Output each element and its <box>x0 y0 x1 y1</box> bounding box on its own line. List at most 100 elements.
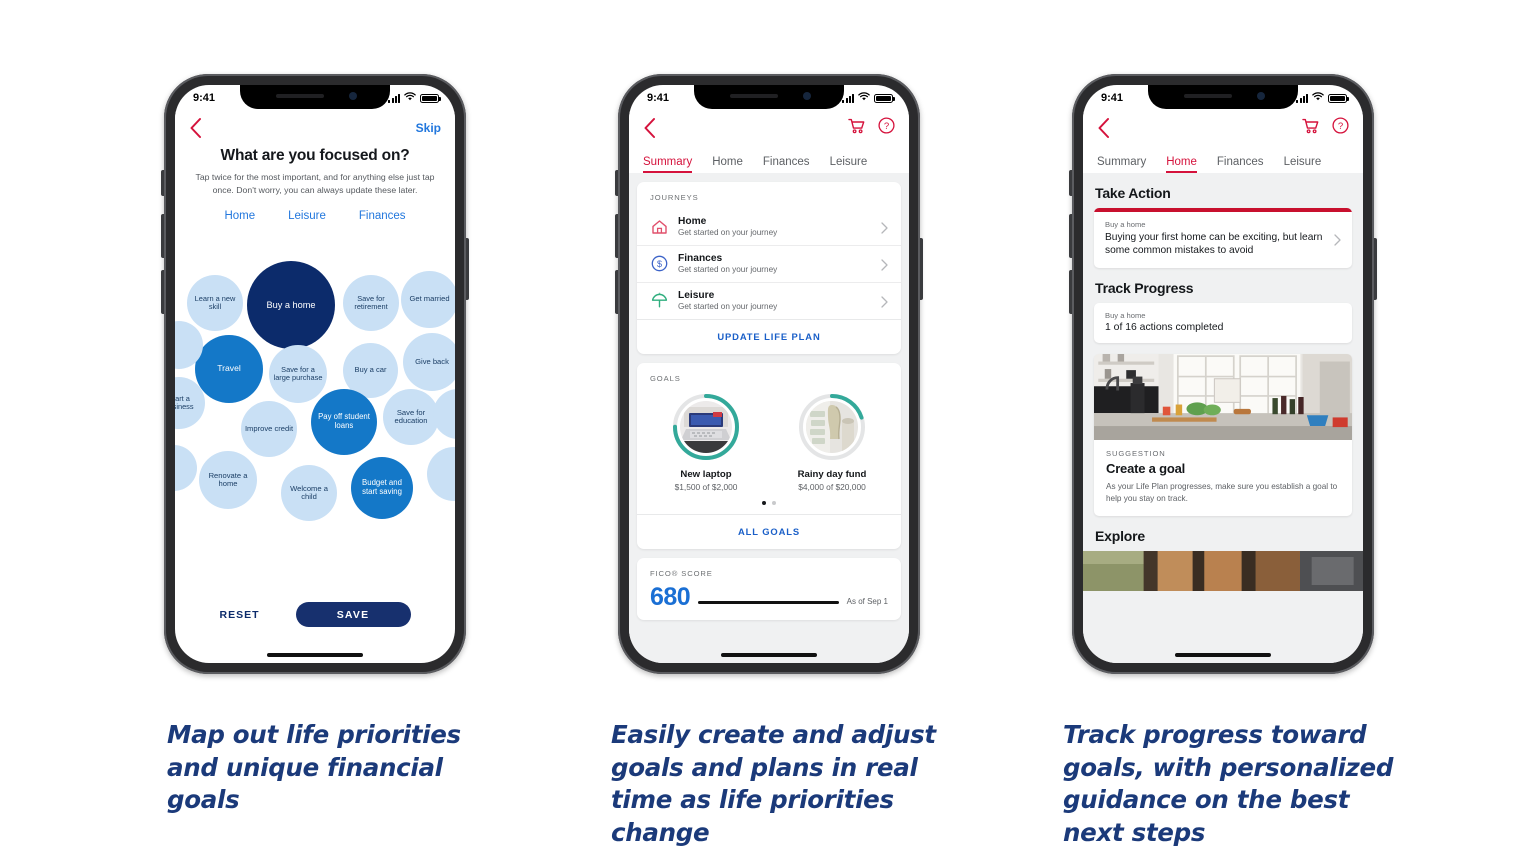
goal-name: Rainy day fund <box>797 469 867 480</box>
take-action-card[interactable]: Buy a home Buying your first home can be… <box>1094 208 1352 268</box>
wifi-icon <box>1312 92 1324 104</box>
journey-subtitle: Get started on your journey <box>678 302 778 311</box>
p3-tab-home[interactable]: Home <box>1166 156 1197 173</box>
chevron-left-icon[interactable] <box>1097 117 1110 139</box>
priority-bubble-label: Start a business <box>175 393 194 411</box>
priority-bubble[interactable]: Buy a home <box>247 261 335 349</box>
home-indicator <box>267 653 363 657</box>
journey-subtitle: Get started on your journey <box>678 228 778 237</box>
phone-2-content: ? Summary Home Finances Leisure JOURNEYS Ho… <box>629 111 909 663</box>
priority-bubble[interactable]: Learn a new skill <box>187 275 243 331</box>
phone-2-device: 9:41 ? Summary Home Finances Leisure JOU… <box>615 74 923 674</box>
journey-row-home[interactable]: Home Get started on your journey <box>637 209 901 246</box>
explore-photo-strip[interactable] <box>1083 550 1363 591</box>
phone-3-screen: 9:41 ? Summary Home Finances Leisure Tak… <box>1083 85 1363 663</box>
fico-label: FICO® SCORE <box>650 569 713 578</box>
priority-bubble-label: Buy a home <box>266 299 316 310</box>
goal-name: New laptop <box>680 469 732 480</box>
p2-tab-leisure[interactable]: Leisure <box>830 156 868 173</box>
volume-down-button <box>161 270 164 314</box>
chevron-right-icon <box>881 258 888 271</box>
skip-button[interactable]: Skip <box>416 121 441 135</box>
track-progress-card[interactable]: Buy a home 1 of 16 actions completed <box>1094 302 1352 343</box>
question-circle-icon[interactable]: ? <box>1332 117 1349 139</box>
carousel-dots[interactable] <box>637 501 901 514</box>
priority-bubble[interactable]: Save for education <box>383 389 439 445</box>
priority-bubble-label: Save for retirement <box>354 293 388 311</box>
fico-card[interactable]: FICO® SCORE 680 As of Sep 1 <box>637 558 901 620</box>
category-home[interactable]: Home <box>224 210 255 222</box>
priority-bubble-partial[interactable] <box>427 447 455 501</box>
battery-icon <box>874 93 895 103</box>
category-finances[interactable]: Finances <box>359 210 406 222</box>
chevron-left-icon[interactable] <box>643 117 656 139</box>
track-progress-kicker: Buy a home <box>1105 310 1146 320</box>
priority-bubble[interactable]: Welcome a child <box>281 465 337 521</box>
phone-2-screen: 9:41 ? Summary Home Finances Leisure JOU… <box>629 85 909 663</box>
priority-bubble[interactable]: Save for retirement <box>343 275 399 331</box>
status-time: 9:41 <box>647 92 670 104</box>
priority-bubble[interactable]: Give back <box>403 333 455 391</box>
goal-item[interactable]: Rainy day fund $4,000 of $20,000 <box>784 392 880 492</box>
p2-tab-home[interactable]: Home <box>712 156 743 173</box>
cart-icon[interactable] <box>1302 118 1319 139</box>
priority-bubble-label: Improve credit <box>244 423 294 433</box>
p2-tab-finances[interactable]: Finances <box>763 156 810 173</box>
track-progress-heading: Track Progress <box>1095 279 1194 296</box>
phone-1-content: Skip What are you focused on? Tap twice … <box>175 111 455 663</box>
journey-row-leisure[interactable]: Leisure Get started on your journey <box>637 283 901 319</box>
reset-button[interactable]: RESET <box>219 609 259 621</box>
volume-up-button <box>161 214 164 258</box>
carousel-dot[interactable] <box>762 501 766 505</box>
svg-text:$: $ <box>657 259 662 269</box>
save-button[interactable]: SAVE <box>295 602 411 627</box>
phone-2-scroll-area[interactable]: JOURNEYS Home Get started on your journey… <box>629 173 909 663</box>
priority-bubble[interactable]: Pay off student loans <box>311 389 377 455</box>
earpiece-speaker <box>730 94 778 98</box>
p3-tab-leisure[interactable]: Leisure <box>1284 156 1322 173</box>
cart-icon[interactable] <box>848 118 865 139</box>
umbrella-icon <box>650 292 669 309</box>
all-goals-button[interactable]: ALL GOALS <box>637 514 901 549</box>
phone-2-tab-bar[interactable]: Summary Home Finances Leisure <box>629 145 909 173</box>
wifi-icon <box>404 92 416 104</box>
chevron-left-icon[interactable] <box>189 117 202 139</box>
p2-tab-summary[interactable]: Summary <box>643 156 693 173</box>
priority-bubble-label: Welcome a child <box>290 483 328 501</box>
fico-score-value: 680 <box>650 583 691 611</box>
p3-tab-finances[interactable]: Finances <box>1217 156 1264 173</box>
priority-bubble[interactable]: Budget and start saving <box>351 457 413 519</box>
update-life-plan-button[interactable]: UPDATE LIFE PLAN <box>637 319 901 354</box>
journey-title: Finances <box>678 253 723 264</box>
suggestion-card[interactable]: SUGGESTION Create a goal As your Life Pl… <box>1094 353 1352 516</box>
priority-bubble-partial[interactable] <box>175 445 197 491</box>
category-leisure[interactable]: Leisure <box>288 210 326 222</box>
status-time: 9:41 <box>1101 92 1124 104</box>
goal-progress-ring <box>671 392 741 462</box>
phone-3-content: ? Summary Home Finances Leisure Take Action… <box>1083 111 1363 663</box>
question-circle-icon[interactable]: ? <box>878 117 895 139</box>
caption-2: Easily create and adjust goals and plans… <box>611 720 936 847</box>
carousel-dot[interactable] <box>772 501 776 505</box>
priority-bubble[interactable]: Travel <box>195 335 263 403</box>
journey-row-finances[interactable]: $ Finances Get started on your journey <box>637 246 901 283</box>
p3-tab-summary[interactable]: Summary <box>1097 156 1146 173</box>
volume-up-button <box>1069 214 1072 258</box>
priority-bubble-label: Budget and start saving <box>362 478 402 496</box>
priority-bubble[interactable]: Improve credit <box>241 401 297 457</box>
priority-bubble-partial[interactable] <box>433 389 455 439</box>
phone-1-footer: RESET SAVE <box>175 602 455 627</box>
volume-down-button <box>615 270 618 314</box>
phone-3-tab-bar[interactable]: Summary Home Finances Leisure <box>1083 145 1363 173</box>
priority-bubble[interactable]: Save for a large purchase <box>269 345 327 403</box>
phone-1-screen: 9:41 Skip What are you focused on? Tap t… <box>175 85 455 663</box>
fico-row: 680 As of Sep 1 <box>637 585 901 620</box>
priority-bubble[interactable]: Get married <box>401 271 455 328</box>
priority-bubble[interactable]: Renovate a home <box>199 451 257 509</box>
suggestion-description: As your Life Plan progresses, make sure … <box>1106 481 1338 503</box>
chevron-right-icon <box>1334 233 1341 246</box>
goal-item[interactable]: New laptop $1,500 of $2,000 <box>658 392 754 492</box>
front-camera <box>803 92 811 100</box>
priority-bubble-label: Travel <box>217 363 241 374</box>
phone-3-scroll-area[interactable]: Take Action Buy a home Buying your first… <box>1083 173 1363 663</box>
